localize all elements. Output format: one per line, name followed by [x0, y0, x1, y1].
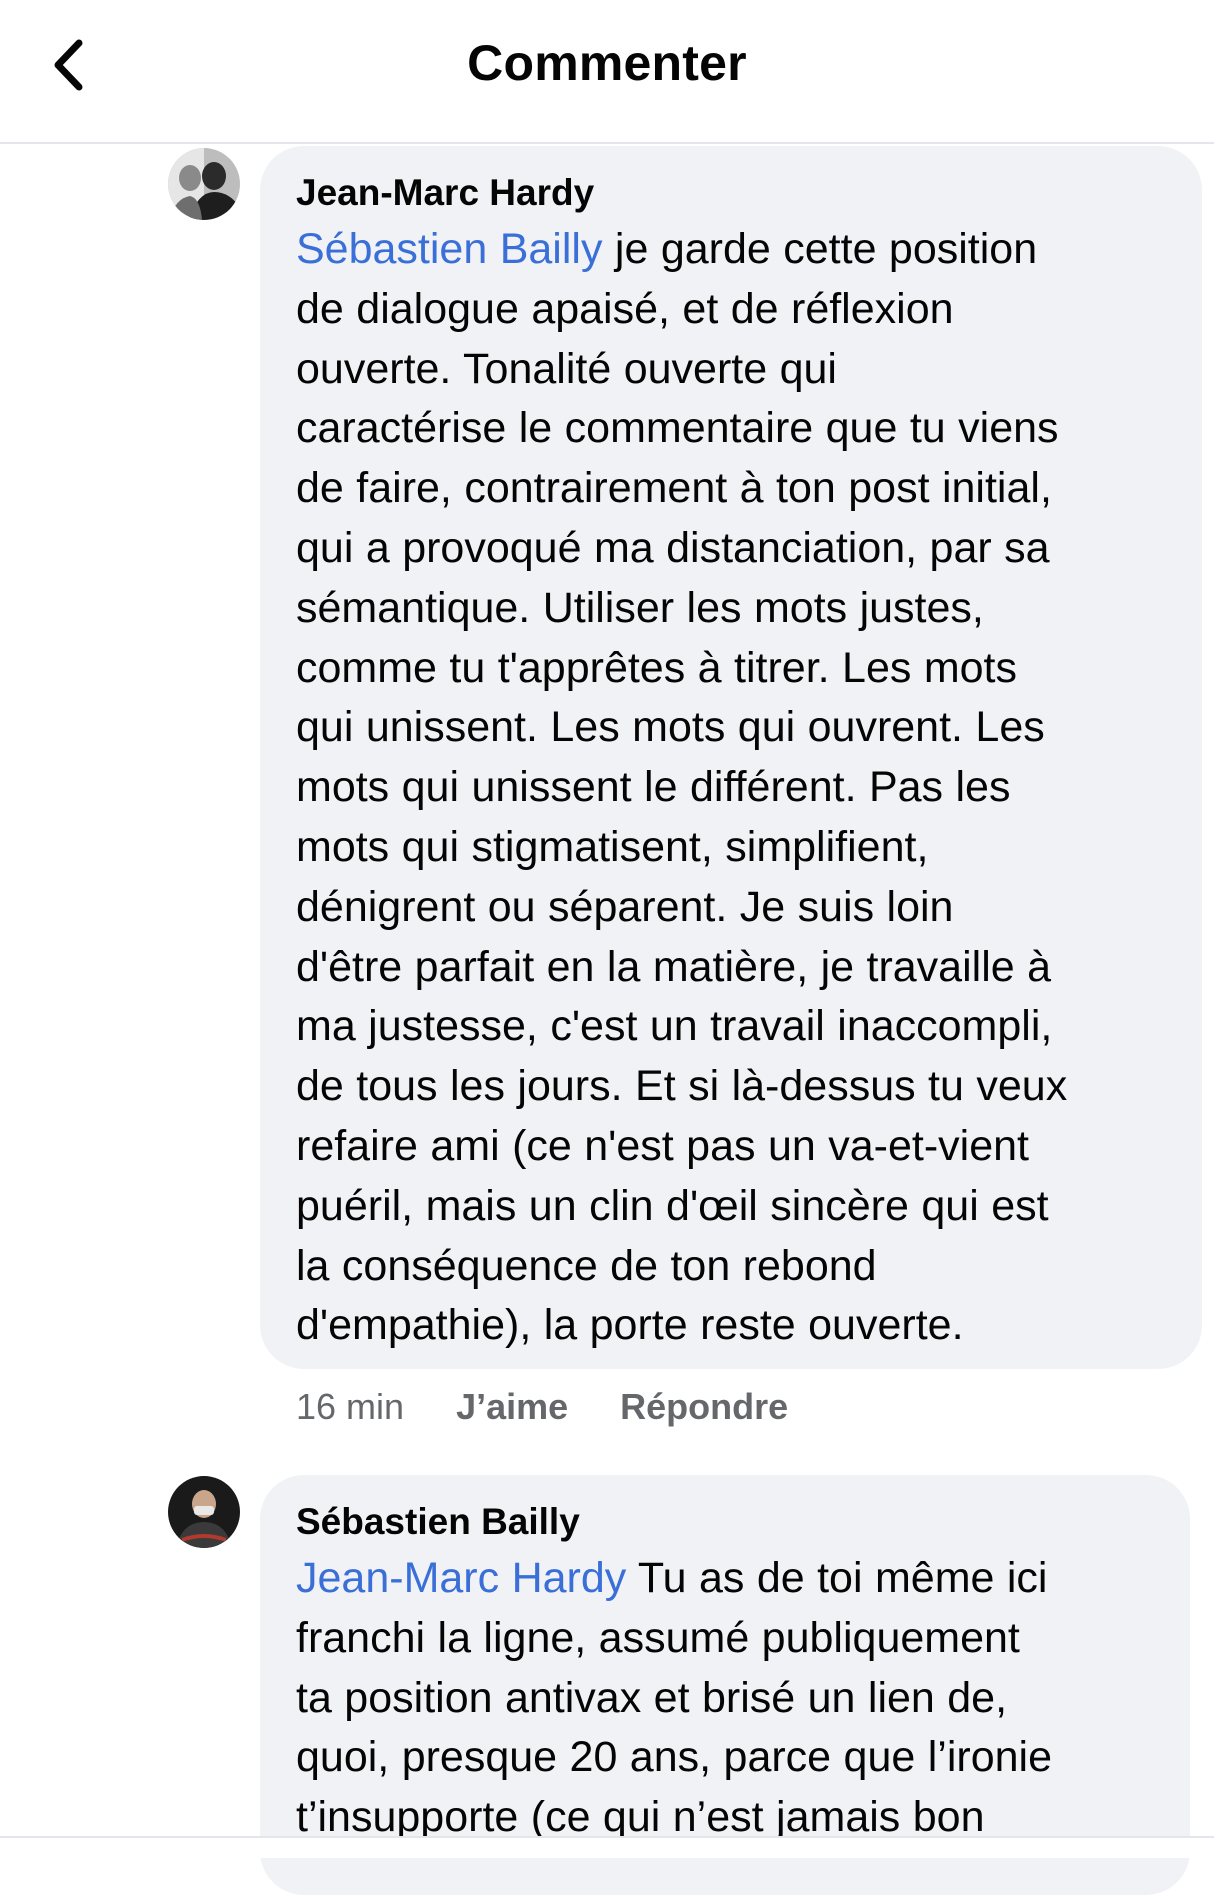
mention-link[interactable]: Jean-Marc Hardy: [296, 1554, 626, 1602]
avatar[interactable]: [168, 1476, 240, 1548]
comment-bubble: Sébastien Bailly Jean-Marc Hardy Tu as d…: [260, 1475, 1190, 1895]
avatar-photo: [168, 148, 240, 220]
header-bar: Commenter: [0, 0, 1214, 144]
comment-actions: 16 min J’aime Répondre: [296, 1386, 840, 1428]
avatar-photo: [168, 1476, 240, 1548]
avatar[interactable]: [168, 148, 240, 220]
reply-button[interactable]: Répondre: [620, 1386, 788, 1428]
comment-timestamp: 16 min: [296, 1386, 405, 1427]
comment-bubble: Jean-Marc Hardy Sébastien Bailly je gard…: [260, 146, 1202, 1369]
comment-author[interactable]: Jean-Marc Hardy: [296, 172, 1172, 214]
mention-link[interactable]: Sébastien Bailly: [296, 225, 602, 273]
comment-author[interactable]: Sébastien Bailly: [296, 1501, 1160, 1543]
bottom-bar: [0, 1836, 1214, 1858]
like-button[interactable]: J’aime: [456, 1386, 568, 1428]
page-title: Commenter: [467, 35, 747, 91]
comment-text: Sébastien Bailly je garde cette position…: [296, 225, 1068, 1350]
comment-text: Jean-Marc Hardy Tu as de toi même ici fr…: [296, 1554, 1053, 1842]
